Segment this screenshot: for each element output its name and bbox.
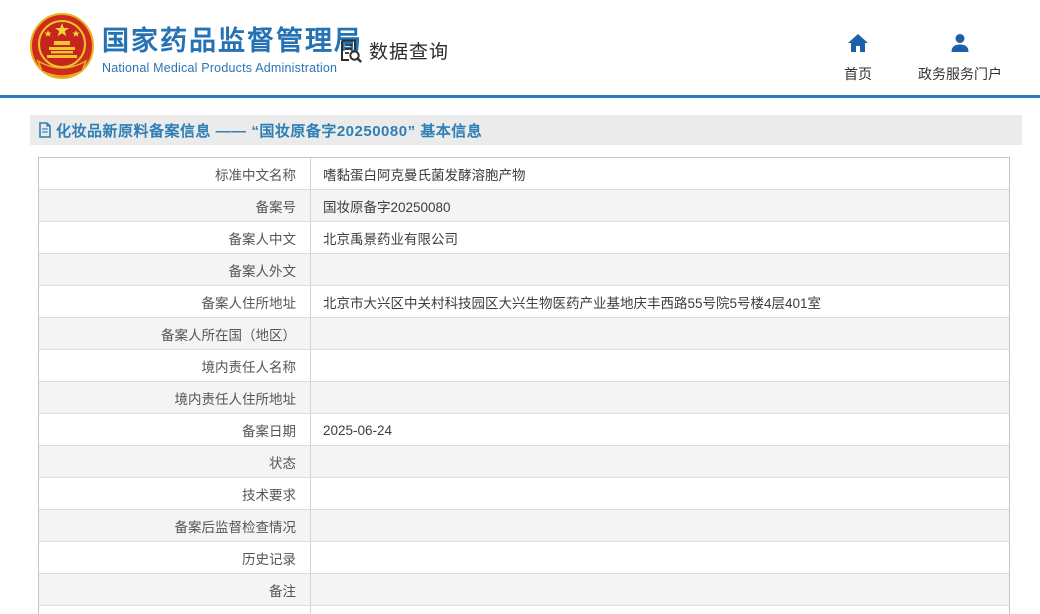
main-content: 化妆品新原料备案信息 —— “国妆原备字20250080” 基本信息 标准中文名…: [30, 115, 1022, 614]
row-label: 境内责任人名称: [39, 350, 311, 381]
row-label-text: 备案人外文: [229, 260, 297, 280]
row-value: 详情: [311, 606, 1009, 614]
row-value: [311, 574, 1009, 605]
row-value-text: 2025-06-24: [323, 423, 392, 438]
row-label-text: 境内责任人住所地址: [175, 388, 297, 408]
national-emblem-logo: [30, 13, 94, 82]
row-label-text: 备案日期: [242, 420, 296, 440]
row-label: 备案人中文: [39, 222, 311, 253]
row-label: 备案人住所地址: [39, 286, 311, 317]
page-title-bar: 化妆品新原料备案信息 —— “国妆原备字20250080” 基本信息: [30, 115, 1022, 145]
user-icon: [950, 33, 970, 58]
site-title: 国家药品监督管理局: [102, 26, 363, 57]
table-row: 备案人住所地址 北京市大兴区中关村科技园区大兴生物医药产业基地庆丰西路55号院5号…: [39, 285, 1009, 317]
row-label: 注: [39, 606, 311, 614]
row-label-text: 备案人中文: [229, 228, 297, 248]
row-label-text: 备案人住所地址: [202, 292, 297, 312]
nav-home[interactable]: 首页: [844, 33, 872, 84]
row-label: 备案人所在国（地区）: [39, 318, 311, 349]
row-value: 北京禹景药业有限公司: [311, 222, 1009, 253]
table-row: 备案人中文 北京禹景药业有限公司: [39, 221, 1009, 253]
table-row: 境内责任人住所地址: [39, 381, 1009, 413]
row-label: 备案后监督检查情况: [39, 510, 311, 541]
table-row: 备案后监督检查情况: [39, 509, 1009, 541]
row-value-text: 北京市大兴区中关村科技园区大兴生物医药产业基地庆丰西路55号院5号楼4层401室: [323, 292, 821, 312]
row-value: 北京市大兴区中关村科技园区大兴生物医药产业基地庆丰西路55号院5号楼4层401室: [311, 286, 1009, 317]
table-row: 技术要求: [39, 477, 1009, 509]
row-label: 标准中文名称: [39, 158, 311, 189]
row-label-text: 标准中文名称: [215, 164, 296, 184]
row-value: [311, 318, 1009, 349]
row-label: 备案日期: [39, 414, 311, 445]
row-value: 嗜黏蛋白阿克曼氏菌发酵溶胞产物: [311, 158, 1009, 189]
document-search-icon: [337, 37, 364, 64]
row-value: [311, 254, 1009, 285]
info-table: 标准中文名称 嗜黏蛋白阿克曼氏菌发酵溶胞产物备案号 国妆原备字20250080 备案人…: [38, 157, 1010, 614]
table-row: 备案日期 2025-06-24: [39, 413, 1009, 445]
nav-portal[interactable]: 政务服务门户: [918, 33, 1002, 84]
data-query-label: 数据查询: [369, 37, 449, 64]
row-label: 境内责任人住所地址: [39, 382, 311, 413]
site-header: 国家药品监督管理局 National Medical Products Admi…: [0, 0, 1040, 95]
data-query-section[interactable]: 数据查询: [337, 37, 449, 64]
row-label: 备注: [39, 574, 311, 605]
row-label: 状态: [39, 446, 311, 477]
home-icon: [847, 33, 869, 58]
table-row: 备案人外文: [39, 253, 1009, 285]
top-nav: 首页 政务服务门户: [844, 33, 1002, 84]
document-icon: [38, 122, 52, 138]
row-value-text: 国妆原备字20250080: [323, 196, 451, 216]
table-row: 备注: [39, 573, 1009, 605]
row-label: 技术要求: [39, 478, 311, 509]
row-value-text: 北京禹景药业有限公司: [323, 228, 458, 248]
page-title: 化妆品新原料备案信息 —— “国妆原备字20250080” 基本信息: [56, 120, 482, 141]
row-value: [311, 350, 1009, 381]
brand-block: 国家药品监督管理局 National Medical Products Admi…: [102, 26, 363, 75]
table-row: 标准中文名称 嗜黏蛋白阿克曼氏菌发酵溶胞产物: [39, 158, 1009, 189]
row-label-text: 技术要求: [242, 484, 296, 504]
row-label-text: 状态: [269, 452, 296, 472]
row-label-text: 境内责任人名称: [202, 356, 297, 376]
row-value: [311, 382, 1009, 413]
row-value-text: 嗜黏蛋白阿克曼氏菌发酵溶胞产物: [323, 164, 526, 184]
table-row: 备案号 国妆原备字20250080: [39, 189, 1009, 221]
nav-portal-label: 政务服务门户: [918, 64, 1002, 84]
header-divider: [0, 95, 1040, 98]
row-value: [311, 542, 1009, 573]
row-label-text: 历史记录: [242, 548, 296, 568]
row-value: 2025-06-24: [311, 414, 1009, 445]
row-label-text: 备案人所在国（地区）: [161, 324, 296, 344]
row-value: [311, 510, 1009, 541]
row-value: 国妆原备字20250080: [311, 190, 1009, 221]
site-subtitle: National Medical Products Administration: [102, 61, 363, 75]
row-label: 备案号: [39, 190, 311, 221]
table-row: 注详情: [39, 605, 1009, 614]
row-value: [311, 478, 1009, 509]
table-row: 备案人所在国（地区）: [39, 317, 1009, 349]
nav-home-label: 首页: [844, 64, 872, 84]
table-row: 历史记录: [39, 541, 1009, 573]
row-label: 备案人外文: [39, 254, 311, 285]
row-label-text: 备案后监督检查情况: [175, 516, 297, 536]
row-label: 历史记录: [39, 542, 311, 573]
row-label-text: 备案号: [256, 196, 297, 216]
table-row: 状态: [39, 445, 1009, 477]
row-label-text: 备注: [269, 580, 296, 600]
table-row: 境内责任人名称: [39, 349, 1009, 381]
row-value: [311, 446, 1009, 477]
